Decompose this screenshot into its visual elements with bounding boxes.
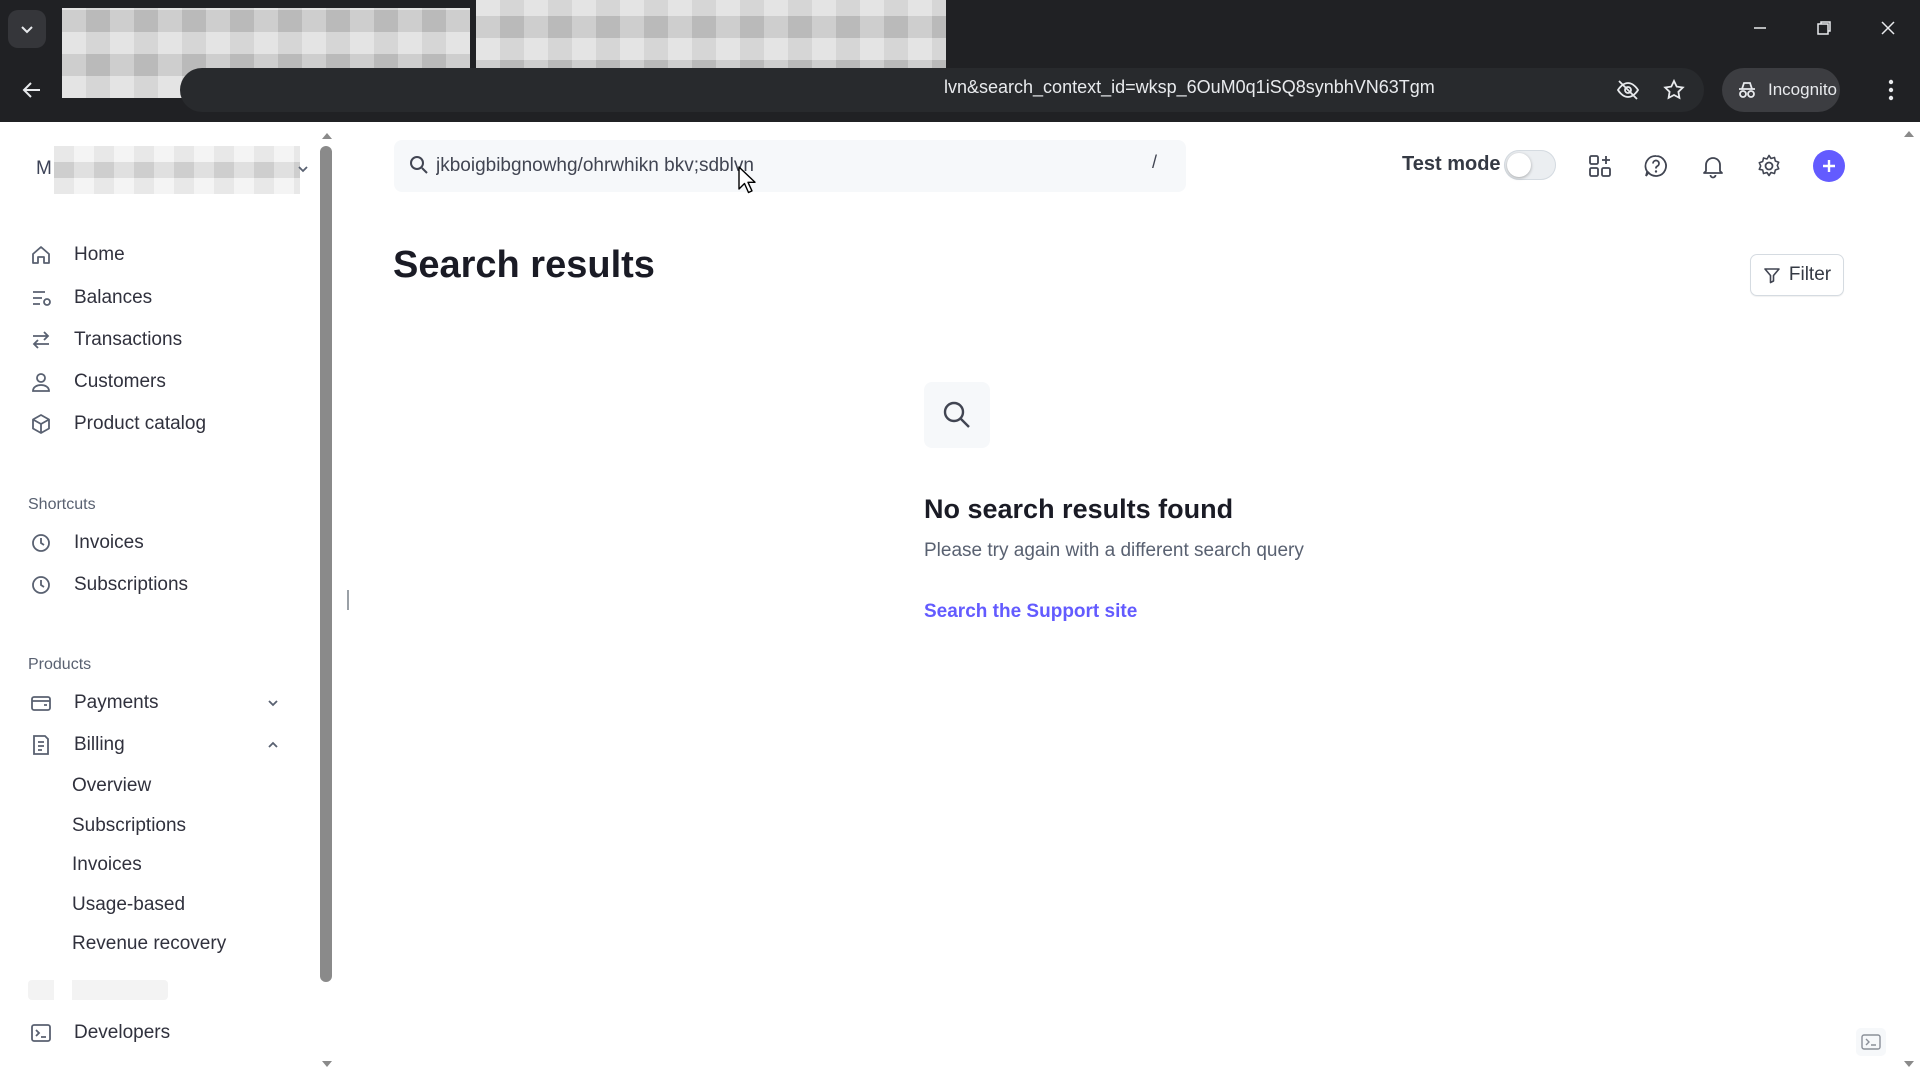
sidebar-item-label: Balances [74, 287, 153, 308]
sidebar-item-label: Home [74, 244, 125, 265]
filter-button[interactable]: Filter [1750, 254, 1844, 296]
sidebar-item-payments[interactable]: Payments [28, 683, 158, 723]
bookmark-star-icon[interactable] [1658, 74, 1690, 106]
close-icon [1881, 21, 1895, 35]
sidebar-item-label: Billing [74, 734, 125, 755]
search-input[interactable] [436, 150, 1116, 182]
minimize-icon [1754, 27, 1766, 29]
scrollbar-thumb[interactable] [320, 146, 332, 982]
sidebar-item-product-catalog[interactable]: Product catalog [28, 404, 206, 444]
products-heading: Products [28, 656, 92, 673]
restore-icon [1817, 21, 1831, 35]
create-button[interactable] [1813, 150, 1845, 182]
page-scroll-up-arrow[interactable] [1902, 128, 1916, 140]
chevron-down-icon [21, 26, 33, 34]
sidebar-item-label: Developers [74, 1022, 171, 1043]
gear-icon[interactable] [1753, 150, 1785, 182]
empty-state-search-icon [924, 382, 990, 448]
account-initial: M [36, 158, 52, 179]
plus-icon [1823, 160, 1835, 172]
arrow-left-icon [22, 82, 40, 98]
customers-icon [28, 369, 54, 395]
filter-label: Filter [1788, 264, 1832, 285]
billing-item-subscriptions[interactable]: Subscriptions [72, 811, 186, 841]
pane-splitter[interactable] [347, 590, 349, 610]
test-mode-toggle[interactable] [1504, 150, 1556, 180]
sidebar-item-transactions[interactable]: Transactions [28, 320, 182, 360]
billing-item-invoices[interactable]: Invoices [72, 850, 142, 880]
sidebar-item-invoices[interactable]: Invoices [28, 523, 144, 563]
sidebar-item-home[interactable]: Home [28, 235, 125, 275]
billing-item-revenue-recovery[interactable]: Revenue recovery [72, 929, 226, 959]
sidebar-item-label: Payments [74, 692, 159, 713]
sidebar-scrollbar[interactable] [318, 146, 332, 984]
billing-item-usage-based[interactable]: Usage-based [72, 890, 185, 920]
sidebar-item-developers[interactable]: Developers [28, 1013, 170, 1053]
payments-icon [28, 690, 54, 716]
product-catalog-icon [28, 411, 54, 437]
back-button[interactable] [14, 72, 50, 108]
page-scroll-down-arrow[interactable] [1902, 1058, 1916, 1070]
minimize-button[interactable] [1740, 10, 1780, 46]
search-support-site-link[interactable]: Search the Support site [924, 601, 1137, 623]
scroll-down-arrow[interactable] [320, 1058, 334, 1070]
transactions-icon [28, 327, 54, 353]
apps-icon[interactable] [1584, 150, 1616, 182]
sidebar-item-label: Invoices [74, 532, 144, 553]
terminal-icon [1861, 1034, 1881, 1050]
restore-button[interactable] [1804, 10, 1844, 46]
sidebar-item-label: Transactions [74, 329, 183, 350]
browser-menu-button[interactable] [1876, 72, 1906, 108]
toggle-knob [1507, 153, 1531, 177]
search-icon [943, 401, 970, 428]
more-vertical-icon [1888, 79, 1894, 101]
account-switcher[interactable]: M [28, 144, 308, 196]
billing-item-overview[interactable]: Overview [72, 771, 151, 801]
search-icon [410, 156, 428, 174]
browser-chrome: lvn&search_context_id=wksp_6OuM0q1iSQ8sy… [0, 0, 1920, 122]
incognito-icon [1739, 82, 1755, 98]
tab-search-button[interactable] [8, 10, 46, 48]
sidebar-item-billing[interactable]: Billing [28, 725, 125, 765]
filter-icon [1764, 268, 1780, 284]
mouse-cursor-icon [738, 166, 756, 194]
shell-button[interactable] [1856, 1028, 1886, 1056]
sidebar-item-balances[interactable]: Balances [28, 278, 152, 318]
shortcuts-heading: Shortcuts [28, 496, 96, 513]
billing-icon [28, 732, 54, 758]
search-shortcut-hint: / [1152, 152, 1158, 172]
clock-icon [28, 572, 54, 598]
account-name-redacted [54, 146, 300, 194]
help-icon[interactable] [1640, 150, 1672, 182]
sidebar-item-label: Product catalog [74, 413, 207, 434]
close-window-button[interactable] [1868, 10, 1908, 46]
clock-icon [28, 530, 54, 556]
sidebar-item-label: Customers [74, 371, 166, 392]
chevron-up-icon[interactable] [266, 738, 280, 752]
sidebar-item-customers[interactable]: Customers [28, 362, 166, 402]
incognito-label: Incognito [1768, 80, 1837, 99]
hidden-nav-item [28, 980, 168, 1000]
sidebar: M Home Balances Transactions Customers P… [0, 122, 336, 1080]
sidebar-item-subscriptions[interactable]: Subscriptions [28, 565, 188, 605]
eye-off-icon[interactable] [1612, 74, 1644, 106]
incognito-badge[interactable]: Incognito [1722, 68, 1840, 112]
page-title: Search results [393, 244, 655, 286]
bell-icon[interactable] [1697, 150, 1729, 182]
empty-state-subtitle: Please try again with a different search… [924, 540, 1304, 561]
balances-icon [28, 285, 54, 311]
sidebar-item-label: Subscriptions [74, 574, 189, 595]
test-mode-label: Test mode [1402, 153, 1501, 175]
url-text[interactable]: lvn&search_context_id=wksp_6OuM0q1iSQ8sy… [944, 77, 1435, 98]
address-bar[interactable] [180, 68, 1704, 112]
home-icon [28, 242, 54, 268]
empty-state-title: No search results found [924, 494, 1234, 524]
search-bar[interactable]: / [394, 140, 1186, 192]
terminal-icon [28, 1020, 54, 1046]
chevron-down-icon [298, 166, 308, 173]
scroll-up-arrow[interactable] [320, 130, 334, 142]
chevron-down-icon[interactable] [266, 696, 280, 710]
